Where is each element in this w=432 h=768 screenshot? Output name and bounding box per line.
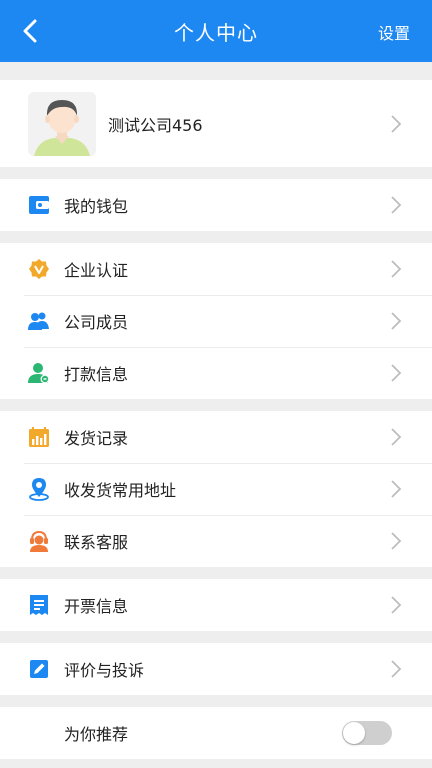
- menu-label: 公司成员: [64, 313, 129, 332]
- settings-button[interactable]: 设置: [378, 20, 410, 44]
- default-avatar-icon: [28, 91, 96, 156]
- invoice-icon: [30, 595, 48, 615]
- profile-row[interactable]: 测试公司456: [0, 80, 432, 167]
- location-pin-icon: [29, 478, 49, 501]
- chevron-right-icon: [391, 196, 402, 214]
- chevron-right-icon: [391, 532, 402, 550]
- avatar: [28, 91, 96, 156]
- chevron-right-icon: [391, 260, 402, 278]
- menu-label: 企业认证: [64, 261, 129, 280]
- verified-badge-icon: [29, 259, 49, 279]
- back-button[interactable]: [14, 14, 46, 48]
- headset-icon: [30, 530, 48, 552]
- menu-item-invoice-info[interactable]: 开票信息: [0, 579, 432, 631]
- menu-label: 我的钱包: [64, 197, 129, 216]
- recommend-toggle[interactable]: [342, 721, 392, 745]
- chevron-right-icon: [391, 660, 402, 678]
- menu-label: 打款信息: [64, 365, 129, 384]
- chevron-right-icon: [391, 480, 402, 498]
- menu-item-addresses[interactable]: 收发货常用地址: [0, 463, 432, 515]
- menu-label: 联系客服: [64, 533, 129, 552]
- shipping-section: 发货记录 收发货常用地址 联系客服: [0, 411, 432, 567]
- recommend-section: 为你推荐: [0, 707, 432, 759]
- menu-label: 收发货常用地址: [64, 481, 177, 500]
- enterprise-section: 企业认证 公司成员 打款信息: [0, 243, 432, 399]
- menu-item-company-members[interactable]: 公司成员: [0, 295, 432, 347]
- users-icon: [28, 312, 49, 330]
- chevron-right-icon: [391, 428, 402, 446]
- menu-item-recommend: 为你推荐: [0, 707, 432, 759]
- profile-section: 测试公司456: [0, 80, 432, 167]
- menu-item-customer-service[interactable]: 联系客服: [0, 515, 432, 567]
- page-title: 个人中心: [174, 20, 258, 45]
- menu-label: 发货记录: [64, 429, 129, 448]
- wallet-section: 我的钱包: [0, 179, 432, 231]
- chevron-right-icon: [391, 596, 402, 614]
- menu-label: 评价与投诉: [64, 661, 145, 680]
- menu-item-payment-info[interactable]: 打款信息: [0, 347, 432, 399]
- company-name: 测试公司456: [108, 115, 203, 135]
- edit-icon: [30, 660, 48, 678]
- chevron-right-icon: [391, 364, 402, 382]
- top-navigation-bar: 个人中心 设置: [0, 0, 432, 62]
- user-money-icon: [28, 363, 50, 384]
- reviews-section: 评价与投诉: [0, 643, 432, 695]
- menu-label: 开票信息: [64, 597, 129, 616]
- toggle-knob: [343, 722, 365, 744]
- menu-item-reviews-complaints[interactable]: 评价与投诉: [0, 643, 432, 695]
- chevron-left-icon: [23, 19, 37, 43]
- menu-item-wallet[interactable]: 我的钱包: [0, 179, 432, 231]
- bar-chart-icon: [29, 427, 49, 447]
- invoice-section: 开票信息: [0, 579, 432, 631]
- menu-item-enterprise-auth[interactable]: 企业认证: [0, 243, 432, 295]
- chevron-right-icon: [391, 312, 402, 330]
- chevron-right-icon: [391, 114, 402, 133]
- wallet-icon: [29, 196, 49, 214]
- menu-item-shipment-records[interactable]: 发货记录: [0, 411, 432, 463]
